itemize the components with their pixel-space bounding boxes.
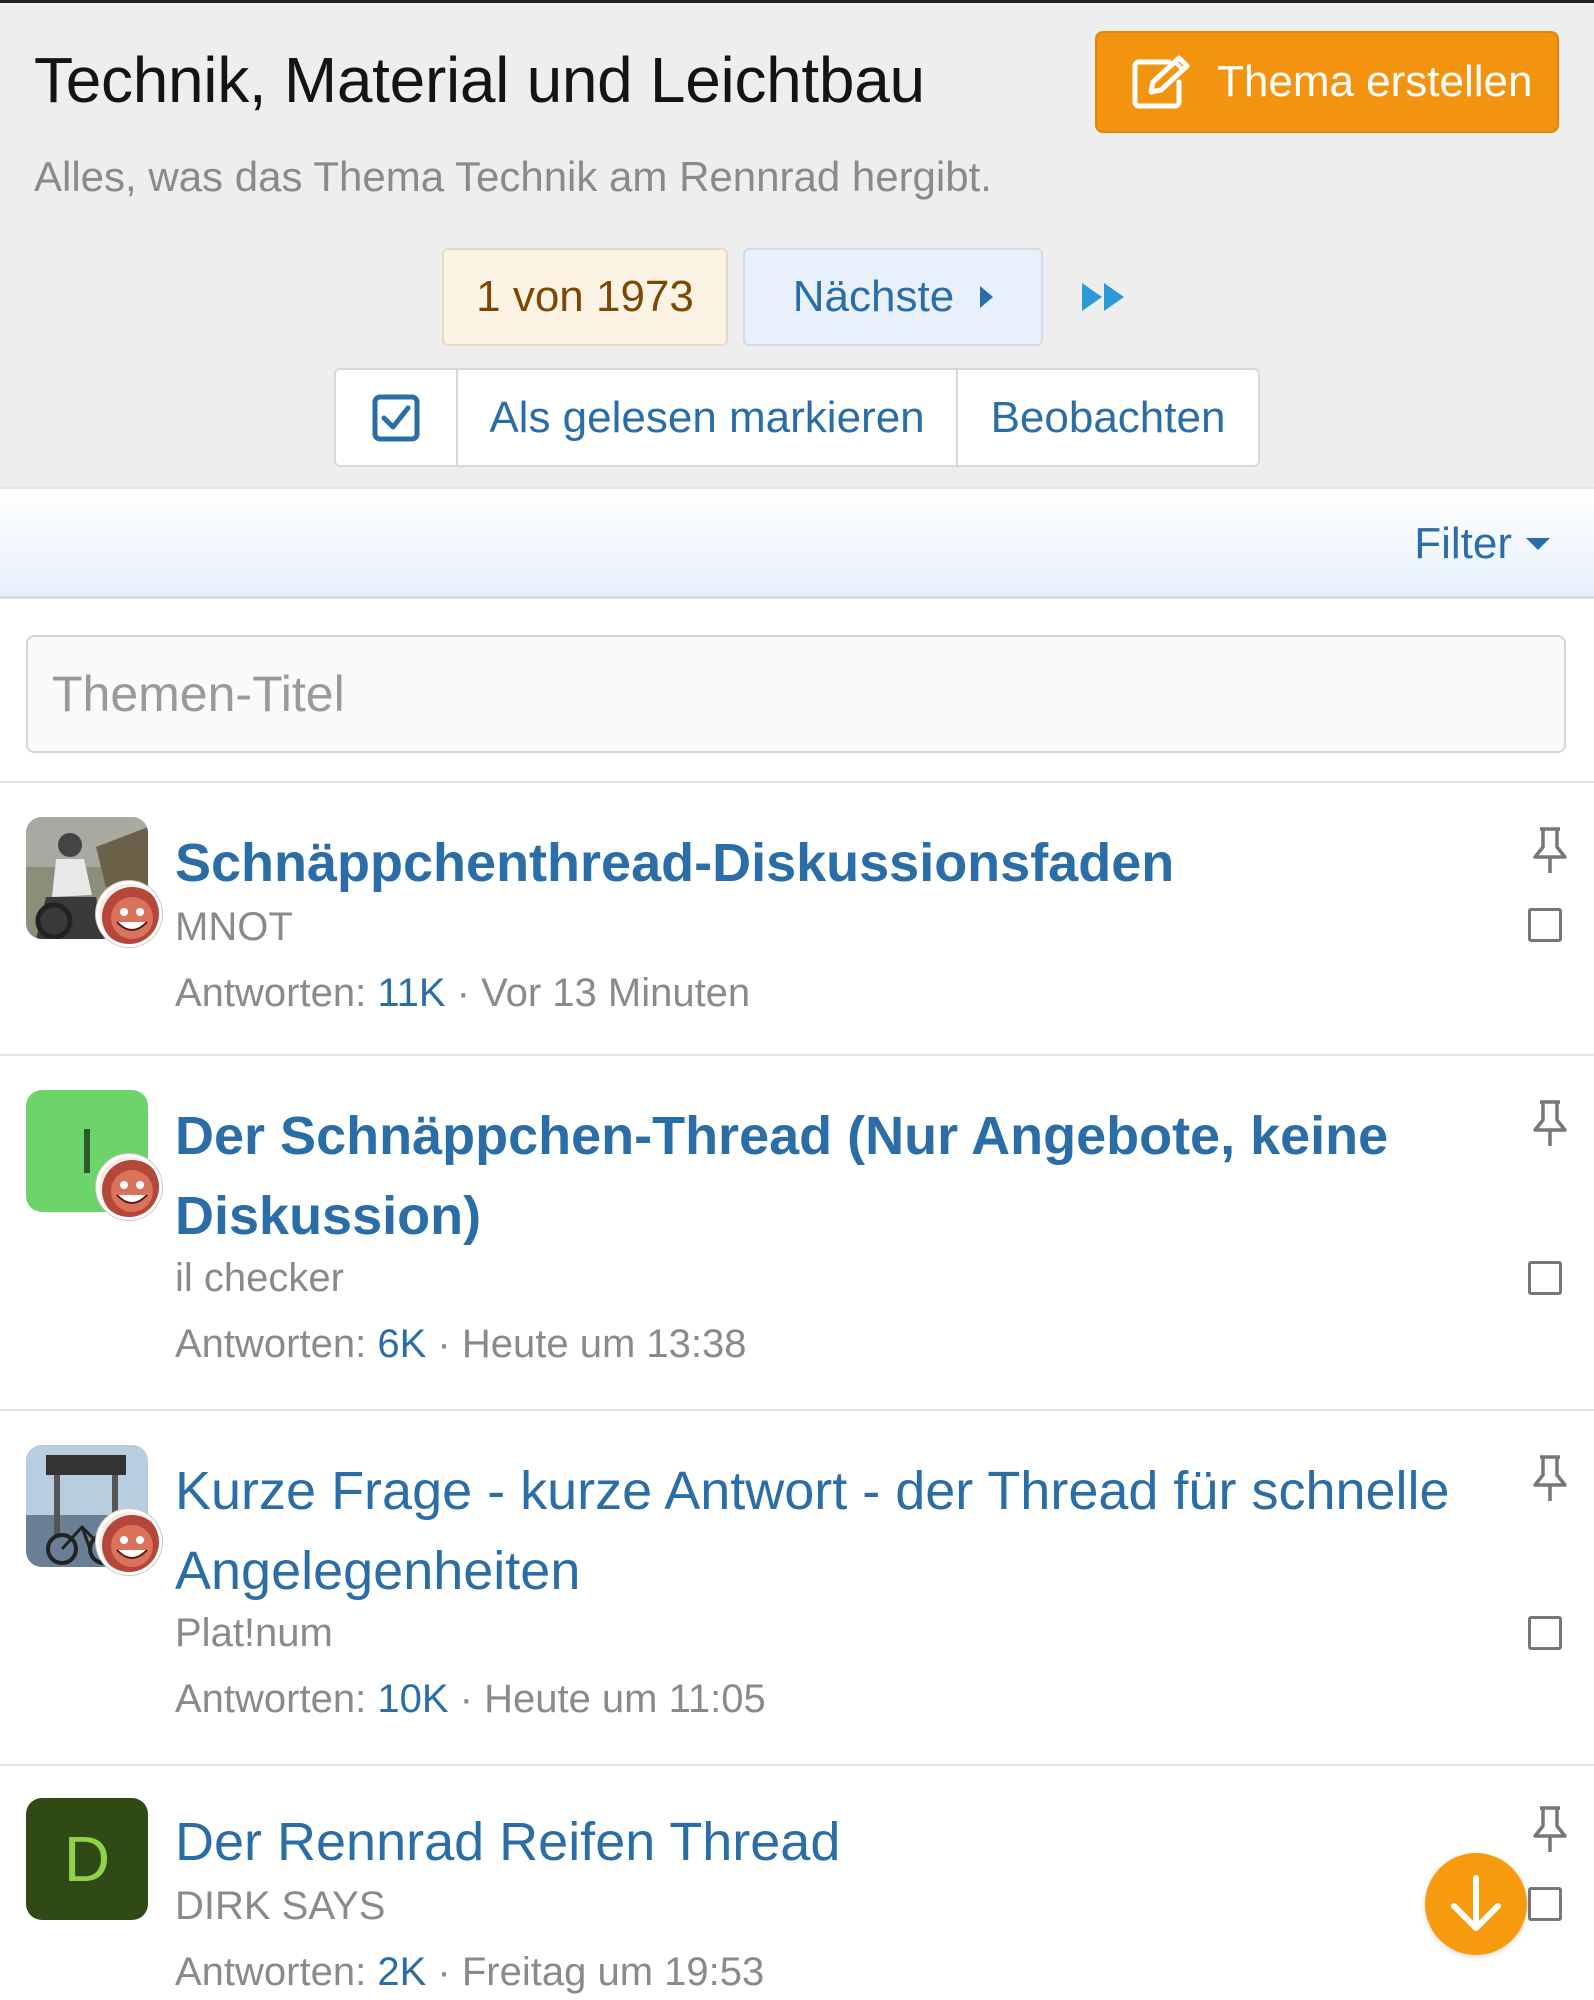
- pin-icon: [1533, 1100, 1567, 1146]
- thread-title-search-input[interactable]: [26, 635, 1566, 753]
- replies-label: Antworten:: [175, 1950, 367, 1994]
- thread-item[interactable]: Kurze Frage - kurze Antwort - der Thread…: [0, 1413, 1594, 1766]
- forum-header: Technik, Material und Leichtbau Alles, w…: [0, 3, 1594, 487]
- thread-item[interactable]: D Der Rennrad Reifen Thread DIRK SAYS An…: [0, 1768, 1594, 2000]
- meta-separator: ·: [437, 1950, 462, 1994]
- page-description: Alles, was das Thema Technik am Rennrad …: [34, 153, 992, 200]
- thread-select-checkbox[interactable]: [1528, 1616, 1562, 1650]
- pager-next-button[interactable]: Nächste: [743, 248, 1043, 346]
- thread-title-link[interactable]: Der Rennrad Reifen Thread: [175, 1802, 1505, 1882]
- thread-title-link[interactable]: Schnäppchenthread-Diskussionsfaden: [175, 823, 1505, 903]
- pager-last-button[interactable]: [1080, 275, 1130, 319]
- thread-author[interactable]: Plat!num: [175, 1611, 333, 1656]
- thread-meta: Antworten: 11K · Vor 13 Minuten: [175, 971, 750, 1016]
- thread-item[interactable]: Schnäppchenthread-Diskussionsfaden MNOT …: [0, 785, 1594, 1056]
- search-area: [0, 599, 1594, 783]
- last-post-time[interactable]: Freitag um 19:53: [462, 1950, 764, 1994]
- thread-author[interactable]: il checker: [175, 1256, 344, 1301]
- thread-title-link[interactable]: Kurze Frage - kurze Antwort - der Thread…: [175, 1451, 1505, 1611]
- pager-current-page[interactable]: 1 von 1973: [442, 248, 728, 346]
- meta-separator: ·: [437, 1322, 462, 1366]
- replies-count[interactable]: 2K: [377, 1950, 426, 1994]
- filter-bar: Filter: [0, 487, 1594, 599]
- select-all-button[interactable]: [336, 370, 458, 465]
- replies-count[interactable]: 11K: [377, 971, 445, 1015]
- group-badge-icon: [96, 1509, 162, 1575]
- thread-meta: Antworten: 10K · Heute um 11:05: [175, 1677, 766, 1722]
- watch-button[interactable]: Beobachten: [958, 370, 1258, 465]
- meta-separator: ·: [459, 1677, 485, 1721]
- thread-author[interactable]: DIRK SAYS: [175, 1884, 385, 1929]
- thread-select-checkbox[interactable]: [1528, 1261, 1562, 1295]
- pin-icon: [1533, 827, 1567, 873]
- pin-icon: [1533, 1806, 1567, 1852]
- fast-forward-icon: [1082, 283, 1124, 311]
- scroll-down-button[interactable]: [1425, 1853, 1527, 1955]
- thread-select-checkbox[interactable]: [1528, 1887, 1562, 1921]
- thread-title-link[interactable]: Der Schnäppchen-Thread (Nur Angebote, ke…: [175, 1096, 1505, 1256]
- page-title: Technik, Material und Leichtbau: [34, 44, 925, 116]
- last-post-time[interactable]: Heute um 11:05: [484, 1677, 766, 1721]
- thread-author[interactable]: MNOT: [175, 905, 293, 950]
- thread-select-checkbox[interactable]: [1528, 908, 1562, 942]
- thread-list-actions: Als gelesen markieren Beobachten: [334, 368, 1260, 467]
- replies-label: Antworten:: [175, 971, 367, 1015]
- mark-read-button[interactable]: Als gelesen markieren: [458, 370, 958, 465]
- group-badge-icon: [96, 1154, 162, 1220]
- thread-meta: Antworten: 6K · Heute um 13:38: [175, 1322, 746, 1367]
- replies-count[interactable]: 6K: [377, 1322, 426, 1366]
- group-badge-icon: [96, 881, 162, 947]
- pin-icon: [1533, 1455, 1567, 1501]
- user-avatar[interactable]: D: [26, 1798, 148, 1920]
- replies-count[interactable]: 10K: [377, 1677, 448, 1721]
- filter-button[interactable]: Filter: [1414, 519, 1550, 569]
- create-thread-button[interactable]: Thema erstellen: [1095, 31, 1559, 133]
- check-square-icon: [372, 394, 420, 441]
- edit-icon: [1132, 55, 1190, 109]
- last-post-time[interactable]: Vor 13 Minuten: [481, 971, 750, 1015]
- thread-meta: Antworten: 2K · Freitag um 19:53: [175, 1950, 764, 1995]
- arrow-down-icon: [1451, 1875, 1501, 1931]
- caret-down-icon: [1526, 538, 1550, 550]
- caret-right-icon: [980, 286, 994, 308]
- meta-separator: ·: [456, 971, 482, 1015]
- create-thread-label: Thema erstellen: [1217, 57, 1533, 106]
- filter-label: Filter: [1414, 519, 1512, 568]
- replies-label: Antworten:: [175, 1677, 367, 1721]
- last-post-time[interactable]: Heute um 13:38: [462, 1322, 747, 1366]
- thread-item[interactable]: I Der Schnäppchen-Thread (Nur Angebote, …: [0, 1058, 1594, 1411]
- pager-next-label: Nächste: [792, 272, 955, 321]
- replies-label: Antworten:: [175, 1322, 367, 1366]
